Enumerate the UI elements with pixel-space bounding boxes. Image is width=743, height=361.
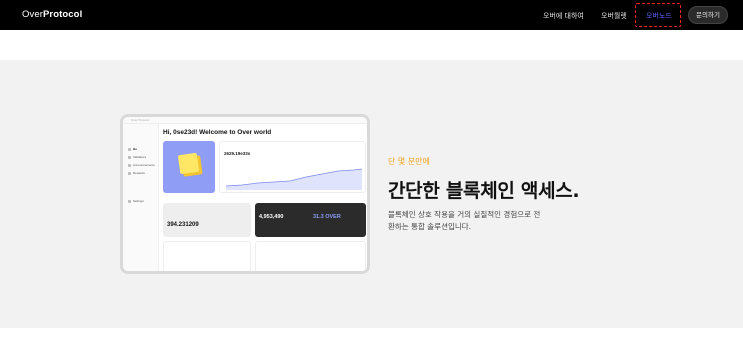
nav-link-wallet[interactable]: 오버월렛: [601, 11, 627, 21]
mockup-chart-value: 2629.19e33s: [224, 151, 251, 156]
mockup-line-chart: [225, 168, 363, 190]
mockup-balance-value: 394.231209: [167, 222, 199, 228]
overprotocol-logo[interactable]: OverProtocol: [22, 9, 82, 20]
mockup-balance-card: 394.231209: [163, 203, 251, 237]
hero-headline: 간단한 블록체인 액세스.: [388, 180, 580, 202]
hero-section: [0, 60, 743, 328]
mockup-greeting: Hi, 0se23d! Welcome to Over world: [163, 129, 272, 136]
mockup-rewards-value: 31.3 OVER: [313, 214, 341, 220]
mockup-sidebar: Ho Validators Announcements Rewards Sett…: [123, 124, 159, 271]
mockup-chart-card: 2629.19e33s: [219, 141, 366, 193]
yellow-cube-icon: [177, 152, 200, 175]
top-navigation-bar: OverProtocol 오버에 대하여 오버월렛 오버노드 문의하기: [0, 0, 743, 30]
mockup-sidebar-item: Ho: [128, 147, 137, 151]
nav-link-about[interactable]: 오버에 대하여: [543, 11, 584, 21]
mockup-window-title: Over Protocol: [131, 118, 150, 122]
mockup-sidebar-item: Settings: [128, 199, 144, 203]
mockup-validators-value: 4,953,490: [259, 214, 284, 220]
mockup-sidebar-item: Validators: [128, 155, 146, 159]
mockup-panel: [163, 241, 251, 271]
mockup-profile-card: [163, 141, 215, 193]
mockup-validator-card: 4,953,490 31.3 OVER: [255, 203, 366, 237]
hero-description-line2: 환하는 통합 솔루션입니다.: [388, 222, 472, 231]
mockup-panel: [255, 241, 366, 271]
dashboard-mockup-image: Over Protocol Ho Validators Announcement…: [120, 114, 370, 274]
hero-tagline: 단 몇 분만에: [388, 157, 430, 166]
node-link-focus-outline: [635, 3, 681, 27]
logo-text-light: Over: [22, 9, 43, 20]
mockup-titlebar: Over Protocol: [123, 117, 367, 124]
logo-text-bold: Protocol: [43, 9, 83, 20]
mockup-sidebar-item: Announcements: [128, 163, 155, 167]
contact-button[interactable]: 문의하기: [688, 6, 728, 24]
mockup-sidebar-item: Rewards: [128, 171, 145, 175]
hero-description-line1: 블록체인 상호 작용을 거의 실질적인 경험으로 전: [388, 210, 541, 219]
